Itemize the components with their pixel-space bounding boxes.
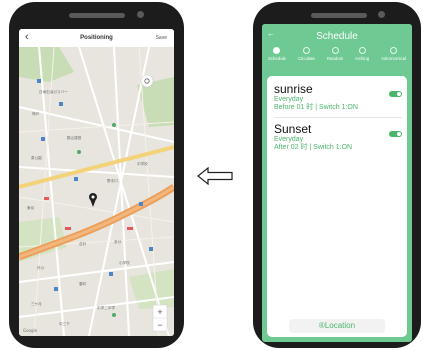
park-area [129,269,174,309]
speaker-grille [69,13,125,18]
clock-icon [273,47,281,54]
schedule-toggle[interactable] [389,131,402,137]
map-label: 小学校 [119,260,130,265]
map-label: 郡山運営 [67,135,82,140]
locate-me-icon[interactable] [140,74,154,88]
schedule-name: Sunset [274,122,312,136]
divider [274,117,402,118]
tab-random[interactable]: Random [327,47,343,61]
tab-label: Circulate [297,56,315,61]
inching-icon [358,47,366,54]
map-label: 東京 [27,205,35,210]
schedule-screen: ← Schedule Schedule Circulate Random Inc [262,24,412,342]
front-camera [378,11,385,18]
schedule-list: sunrise Everyday Before 01 时 | Switch 1:… [267,76,407,337]
speaker-grille [311,13,367,18]
left-arrow-icon [197,166,233,186]
map-label: 日坂石油ガスバー [39,89,68,94]
tab-circulate[interactable]: Circulate [298,47,315,61]
tab-label: Inching [355,56,370,61]
map-watermark: Google [23,328,38,333]
random-icon [331,47,339,54]
map-label: 三ケ月 [31,301,42,306]
schedule-repeat: Everyday [274,136,304,143]
map-label: 野手口 [107,178,118,183]
list-item[interactable]: sunrise Everyday Before 01 时 | Switch 1:… [274,83,402,112]
tab-schedule[interactable]: Schedule [268,47,286,61]
map-label: 中学校 [137,161,148,166]
tab-inching[interactable]: Inching [355,47,369,61]
map-label: 神戸 [32,111,40,116]
positioning-header: ‹ Positioning Save [19,29,174,47]
front-camera [137,11,144,18]
zoom-in-button: + [157,307,162,317]
map-label: 泉公園 [31,155,42,160]
location-pin-icon[interactable] [89,193,97,207]
schedule-header: ← Schedule Schedule Circulate Random Inc [262,24,412,72]
schedule-toggle[interactable] [389,91,402,97]
zoom-controls[interactable]: + − [152,304,168,332]
save-button[interactable]: Save [156,35,167,41]
page-title: Positioning [80,35,113,41]
park-area [19,47,74,82]
mode-tabs: Schedule Circulate Random Inching Astron… [262,47,412,61]
map-view[interactable]: 日坂石油ガスバー 神戸 郡山運営 泉公園 野手口 中学校 東京 合計 多分 小学… [19,47,174,336]
schedule-detail: After 02 时 | Switch 1:ON [274,144,353,151]
tab-label: Random [326,56,344,61]
zoom-out-button: − [157,320,162,330]
map-canvas: 日坂石油ガスバー 神戸 郡山運営 泉公園 野手口 中学校 東京 合計 多分 小学… [19,47,174,336]
map-label: 中学二中学 [97,305,115,310]
schedule-detail: Before 01 时 | Switch 1:ON [274,104,358,111]
location-button[interactable]: ®Location [289,319,385,333]
schedule-name: sunrise [274,82,313,96]
right-phone: ← Schedule Schedule Circulate Random Inc [253,2,421,348]
map-label: 春町 [79,281,87,286]
tab-label: Schedule [268,56,286,61]
positioning-screen: ‹ Positioning Save 日坂石油ガスバー 神戸 郡山運営 泉公園 … [19,29,174,336]
tab-label: Astronomical [381,56,406,61]
left-phone: ‹ Positioning Save 日坂石油ガスバー 神戸 郡山運営 泉公園 … [9,2,184,348]
list-item[interactable]: Sunset Everyday After 02 时 | Switch 1:ON [274,123,402,152]
cycle-icon [302,47,310,54]
map-label: 多分 [114,239,122,244]
schedule-repeat: Everyday [274,96,304,103]
page-title: Schedule [316,31,358,42]
map-label: 合計 [79,241,87,246]
map-label: 中三下 [59,321,70,326]
map-label: 外川 [37,265,45,270]
tab-astronomical[interactable]: Astronomical [381,47,406,61]
sun-icon [390,47,398,54]
